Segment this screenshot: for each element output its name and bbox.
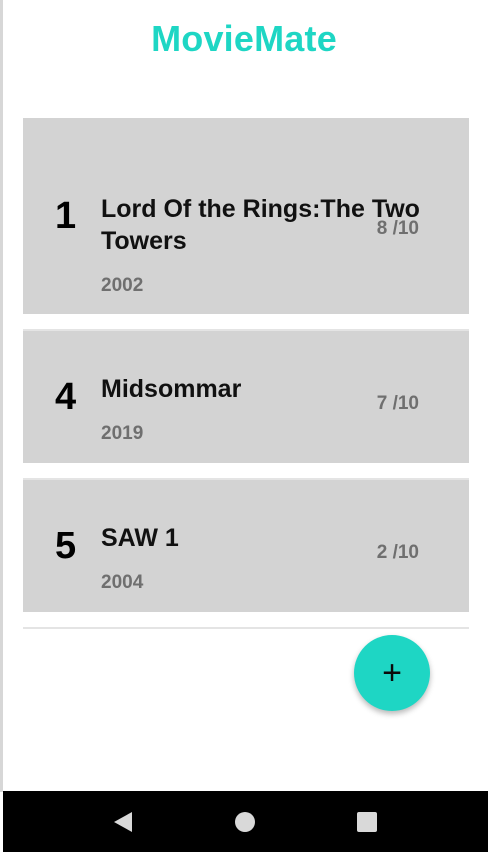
plus-icon: + bbox=[382, 654, 402, 692]
nav-back-button[interactable] bbox=[93, 791, 153, 852]
movie-year: 2002 bbox=[101, 275, 144, 296]
back-triangle-icon bbox=[114, 811, 132, 832]
movie-year: 2004 bbox=[101, 572, 144, 593]
recents-square-icon bbox=[357, 811, 377, 832]
system-nav-bar bbox=[3, 791, 488, 852]
nav-recents-button[interactable] bbox=[337, 791, 397, 852]
movie-rank: 5 bbox=[55, 525, 77, 567]
app-title: MovieMate bbox=[151, 18, 337, 59]
list-divider bbox=[23, 627, 469, 629]
window-edge bbox=[0, 0, 3, 792]
home-circle-icon bbox=[235, 811, 255, 832]
movie-rating: 2 /10 bbox=[376, 542, 419, 563]
movie-year: 2019 bbox=[101, 423, 144, 444]
movie-card[interactable]: 1 Lord Of the Rings:The Two Towers 8 /10… bbox=[23, 118, 469, 314]
movie-card[interactable]: 4 Midsommar 7 /10 2019 bbox=[23, 331, 469, 463]
movie-rank: 1 bbox=[55, 195, 77, 237]
movie-card[interactable]: 5 SAW 1 2 /10 2004 bbox=[23, 480, 469, 612]
movie-rank: 4 bbox=[55, 376, 77, 418]
add-movie-button[interactable]: + bbox=[354, 635, 430, 711]
movie-rating: 8 /10 bbox=[376, 218, 419, 239]
movie-rating: 7 /10 bbox=[376, 393, 419, 414]
nav-home-button[interactable] bbox=[215, 791, 275, 852]
